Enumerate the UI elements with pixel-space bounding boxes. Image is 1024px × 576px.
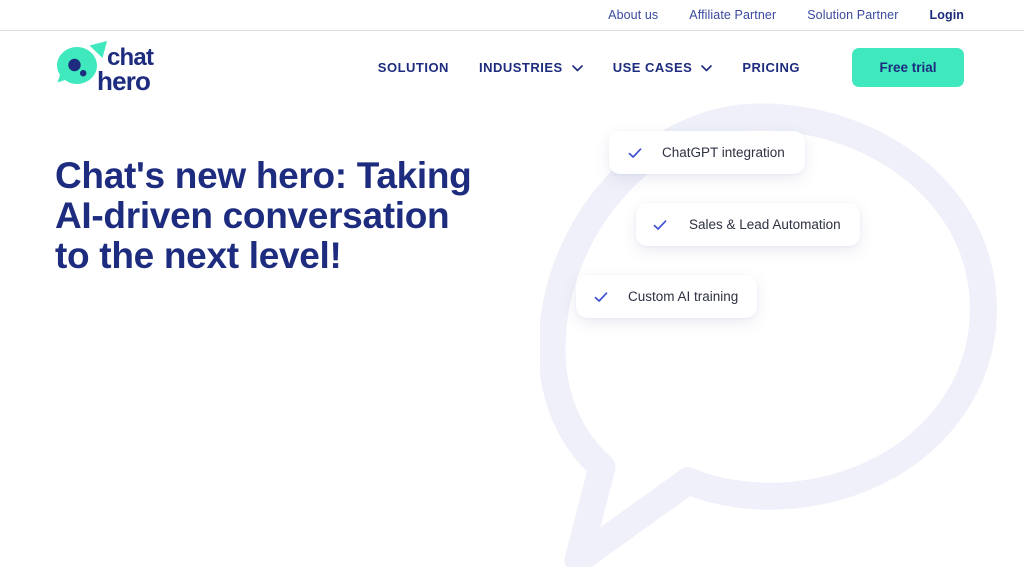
check-icon <box>593 289 609 305</box>
check-icon <box>652 217 668 233</box>
nav-item-industries[interactable]: INDUSTRIES <box>479 60 583 75</box>
site-header: chat hero SOLUTION INDUSTRIES USE CASES <box>0 31 1024 104</box>
nav-item-pricing[interactable]: PRICING <box>742 60 800 75</box>
top-link-affiliate-partner[interactable]: Affiliate Partner <box>689 8 776 22</box>
check-icon <box>627 145 643 161</box>
feature-card-label: ChatGPT integration <box>662 145 785 160</box>
top-utility-bar: About us Affiliate Partner Solution Part… <box>0 0 1024 31</box>
chevron-down-icon <box>701 65 713 72</box>
hero-title-line-1: Chat's new hero: Taking <box>55 155 472 196</box>
top-utility-links: About us Affiliate Partner Solution Part… <box>608 8 964 22</box>
nav-item-solution-label: SOLUTION <box>377 60 449 75</box>
top-link-login[interactable]: Login <box>929 8 964 22</box>
nav-item-pricing-label: PRICING <box>742 60 800 75</box>
nav-item-use-cases[interactable]: USE CASES <box>613 60 713 75</box>
feature-card-label: Sales & Lead Automation <box>689 217 841 232</box>
primary-navigation: SOLUTION INDUSTRIES USE CASES PRICING Fr… <box>378 48 964 87</box>
brand-logo[interactable]: chat hero <box>55 39 185 97</box>
hero-title-line-3: to the next level! <box>55 235 342 276</box>
nav-item-solution[interactable]: SOLUTION <box>378 60 449 75</box>
free-trial-button[interactable]: Free trial <box>852 48 964 87</box>
chat-hero-logo-icon: chat hero <box>57 40 155 96</box>
feature-card-label: Custom AI training <box>628 289 739 304</box>
hero-copy: Chat's new hero: Taking AI-driven conver… <box>55 156 525 276</box>
page-title: Chat's new hero: Taking AI-driven conver… <box>55 156 525 276</box>
hero-title-line-2: AI-driven conversation <box>55 195 450 236</box>
top-link-about-us[interactable]: About us <box>608 8 658 22</box>
feature-card-chatgpt-integration[interactable]: ChatGPT integration <box>609 131 805 174</box>
top-link-solution-partner[interactable]: Solution Partner <box>807 8 898 22</box>
feature-card-custom-ai-training[interactable]: Custom AI training <box>576 275 757 318</box>
chevron-down-icon <box>571 65 583 72</box>
nav-item-industries-label: INDUSTRIES <box>478 60 563 75</box>
svg-text:hero: hero <box>97 66 150 96</box>
hero-section: Chat's new hero: Taking AI-driven conver… <box>0 103 1024 576</box>
nav-item-use-cases-label: USE CASES <box>612 60 693 75</box>
feature-card-sales-lead-automation[interactable]: Sales & Lead Automation <box>636 203 860 246</box>
